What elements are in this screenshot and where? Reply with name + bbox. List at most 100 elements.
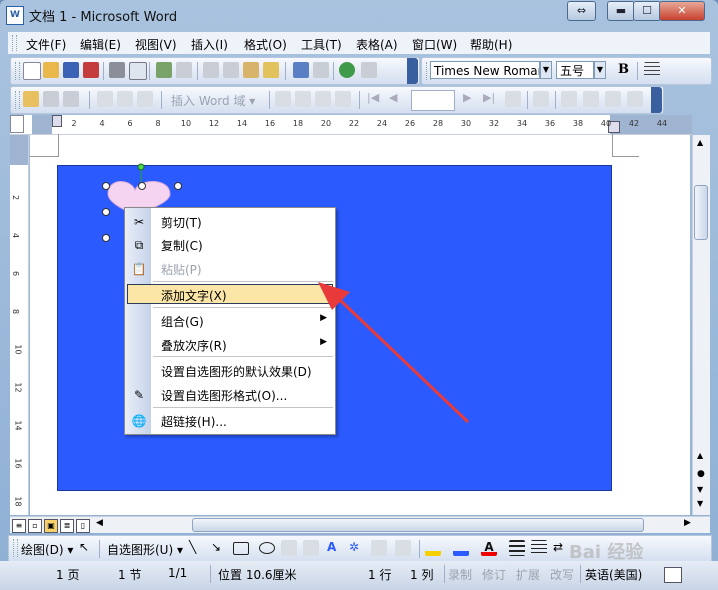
maximize-button[interactable]: ☐ — [633, 1, 661, 21]
scroll-up-icon[interactable]: ▲ — [697, 138, 703, 147]
horizontal-scroll-thumb[interactable] — [192, 518, 644, 532]
close-button[interactable]: ✕ — [659, 1, 705, 21]
resize-handle[interactable] — [102, 182, 110, 190]
clip-art-icon[interactable] — [371, 540, 387, 556]
line-color-icon[interactable] — [453, 540, 469, 556]
status-rec[interactable]: 录制 — [448, 566, 472, 583]
bold-button[interactable]: B — [618, 62, 629, 77]
toolbar-grip[interactable] — [13, 539, 18, 557]
status-ovr[interactable]: 改写 — [550, 566, 574, 583]
new-document-icon[interactable] — [23, 62, 41, 80]
next-record-icon[interactable]: ▶ — [463, 91, 479, 107]
chevron-down-icon[interactable]: ▼ — [594, 61, 606, 79]
insert-greeting-icon[interactable] — [117, 91, 133, 107]
menubar-grip[interactable] — [12, 35, 17, 51]
paste-icon[interactable] — [243, 62, 259, 78]
horizontal-ruler[interactable]: 2 4 6 8 10 12 14 16 18 20 22 24 26 28 30 32 34 36 38 40 42 44 — [10, 115, 692, 135]
merge-to-printer-icon[interactable] — [583, 91, 599, 107]
open-folder-icon[interactable] — [43, 62, 59, 78]
permission-icon[interactable] — [83, 62, 99, 78]
menu-tools[interactable]: 工具(T) — [301, 36, 342, 53]
print-layout-icon[interactable]: ▣ — [44, 519, 58, 533]
hyperlink-icon[interactable] — [339, 62, 355, 78]
first-record-icon[interactable]: |◀ — [367, 91, 383, 107]
restore-icon[interactable]: ⇔ — [567, 1, 596, 21]
format-painter-icon[interactable] — [263, 62, 279, 78]
insert-picture-icon[interactable] — [395, 540, 411, 556]
diagram-icon[interactable]: ✲ — [349, 540, 365, 556]
minimize-button[interactable]: ▬ — [607, 1, 635, 21]
vertical-scrollbar[interactable]: ▲ ▲ ● ▼ ▼ — [692, 135, 710, 515]
scroll-right-icon[interactable]: ▶ — [684, 518, 691, 528]
print-preview-icon[interactable] — [129, 62, 147, 80]
scroll-down-icon[interactable]: ▲ — [697, 451, 703, 460]
draw-menu-button[interactable]: 绘图(D) ▾ — [21, 541, 73, 558]
match-fields-icon[interactable] — [315, 91, 331, 107]
resize-handle[interactable] — [102, 208, 110, 216]
recipients-icon[interactable] — [63, 91, 79, 107]
status-language[interactable]: 英语(美国) — [585, 566, 642, 583]
select-objects-icon[interactable]: ↖ — [79, 540, 95, 556]
menu-item-cut[interactable]: ✂ 剪切(T) — [125, 211, 335, 233]
scroll-down-icon[interactable]: ▼ — [697, 499, 703, 508]
arrow-style-icon[interactable]: ⇄ — [553, 540, 569, 556]
vertical-ruler[interactable]: 2 4 6 8 10 12 14 16 18 — [10, 135, 29, 515]
merge-to-fax-icon[interactable] — [627, 91, 643, 107]
first-line-indent-marker[interactable] — [52, 115, 62, 127]
tab-selector-icon[interactable] — [10, 115, 24, 133]
dash-style-icon[interactable] — [531, 540, 547, 556]
line-style-icon[interactable] — [509, 540, 525, 556]
menu-file[interactable]: 文件(F) — [26, 36, 66, 53]
fill-color-icon[interactable] — [425, 540, 441, 556]
redo-icon[interactable] — [313, 62, 329, 78]
menu-item-paste[interactable]: 📋 粘贴(P) — [125, 258, 335, 280]
rotation-handle[interactable] — [137, 163, 145, 171]
align-left-icon[interactable] — [644, 62, 660, 78]
rectangle-tool-icon[interactable] — [233, 542, 249, 555]
autoshapes-menu-button[interactable]: 自选图形(U) ▾ — [107, 541, 183, 558]
resize-handle[interactable] — [174, 182, 182, 190]
menu-table[interactable]: 表格(A) — [356, 36, 398, 53]
select-browse-object-icon[interactable]: ● — [697, 469, 705, 479]
menu-help[interactable]: 帮助(H) — [470, 36, 512, 53]
status-ext[interactable]: 扩展 — [516, 566, 540, 583]
spelling-status-icon[interactable] — [664, 567, 682, 583]
word-app-icon[interactable]: W — [6, 6, 24, 25]
cut-icon[interactable] — [203, 62, 219, 78]
toolbar-options-icon[interactable] — [407, 58, 418, 84]
toolbar-grip[interactable] — [15, 62, 20, 80]
save-icon[interactable] — [63, 62, 79, 78]
insert-merge-fields-icon[interactable] — [137, 91, 153, 107]
font-color-icon[interactable]: A — [481, 540, 497, 556]
toolbar-grip[interactable] — [15, 91, 20, 109]
horizontal-scrollbar[interactable]: ≡ ▫ ▣ ≣ ▯ ◀ ▶ — [10, 516, 710, 533]
menu-format[interactable]: 格式(O) — [244, 36, 287, 53]
resize-handle[interactable] — [138, 182, 146, 190]
reading-layout-icon[interactable]: ▯ — [76, 519, 90, 533]
highlight-fields-icon[interactable] — [295, 91, 311, 107]
normal-view-icon[interactable]: ≡ — [12, 519, 26, 533]
scroll-left-icon[interactable]: ◀ — [96, 518, 103, 528]
find-entry-icon[interactable] — [505, 91, 521, 107]
open-data-source-icon[interactable] — [43, 91, 59, 107]
web-layout-icon[interactable]: ▫ — [28, 519, 42, 533]
arrow-tool-icon[interactable]: ↘ — [211, 540, 227, 556]
spelling-icon[interactable] — [156, 62, 172, 78]
print-icon[interactable] — [109, 62, 125, 78]
check-errors-icon[interactable] — [533, 91, 549, 107]
last-record-icon[interactable]: ▶| — [483, 91, 499, 107]
line-tool-icon[interactable]: ╲ — [189, 540, 205, 556]
resize-handle[interactable] — [102, 234, 110, 242]
menu-insert[interactable]: 插入(I) — [191, 36, 228, 53]
insert-word-field-button[interactable]: 插入 Word 域 ▾ — [171, 92, 255, 109]
menu-window[interactable]: 窗口(W) — [412, 36, 457, 53]
tables-borders-icon[interactable] — [361, 62, 377, 78]
toolbar-options-icon[interactable] — [651, 87, 662, 113]
insert-address-block-icon[interactable] — [97, 91, 113, 107]
outline-view-icon[interactable]: ≣ — [60, 519, 74, 533]
font-name-combo[interactable]: Times New Roman — [430, 61, 540, 79]
merge-to-email-icon[interactable] — [605, 91, 621, 107]
menu-edit[interactable]: 编辑(E) — [80, 36, 121, 53]
wordart-icon[interactable]: A — [327, 540, 343, 556]
oval-tool-icon[interactable] — [259, 542, 275, 554]
